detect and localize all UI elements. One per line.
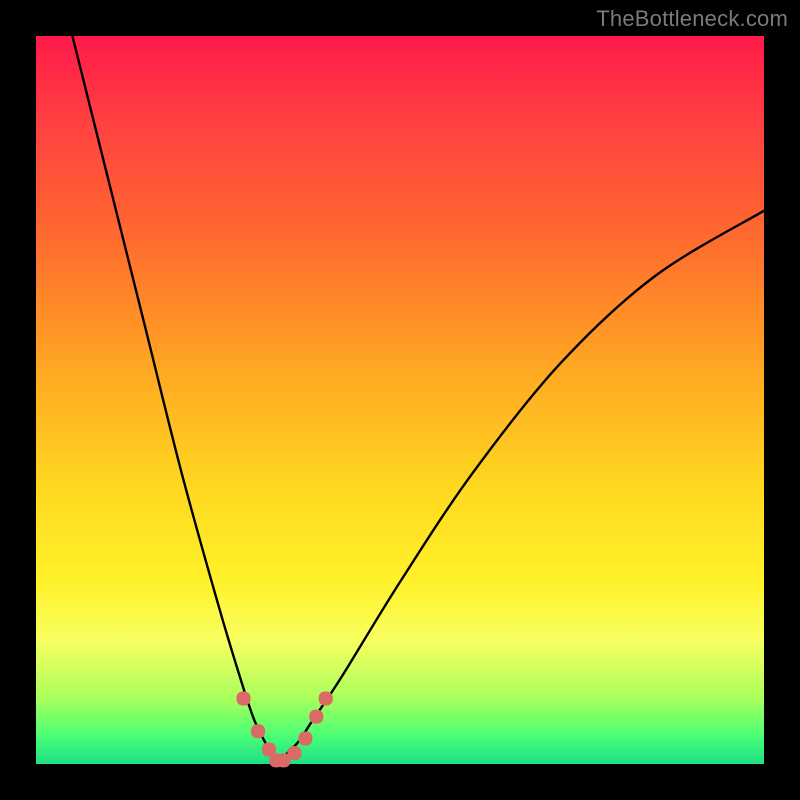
marker-point bbox=[319, 691, 333, 705]
highlight-markers bbox=[236, 691, 332, 767]
marker-point bbox=[236, 691, 250, 705]
marker-point bbox=[251, 724, 265, 738]
chart-svg bbox=[36, 36, 764, 764]
watermark-text: TheBottleneck.com bbox=[596, 6, 788, 32]
outer-frame: TheBottleneck.com bbox=[0, 0, 800, 800]
marker-point bbox=[309, 710, 323, 724]
marker-point bbox=[298, 732, 312, 746]
bottleneck-curve bbox=[72, 36, 764, 764]
plot-area bbox=[36, 36, 764, 764]
marker-point bbox=[287, 746, 301, 760]
